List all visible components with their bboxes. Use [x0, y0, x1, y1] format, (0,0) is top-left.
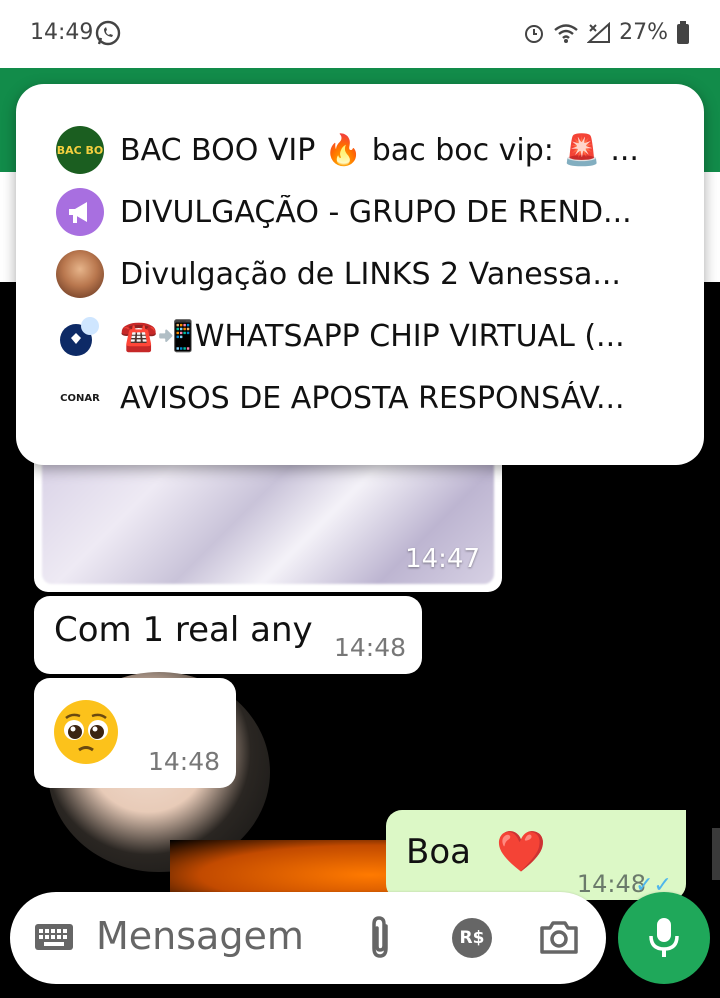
message-time: 14:47 [405, 544, 480, 574]
message-input[interactable]: Mensagem [96, 914, 304, 958]
popup-item-divulgacao[interactable]: DIVULGAÇÃO - GRUPO DE REND... [56, 184, 686, 240]
message-time: 14:48 [333, 633, 406, 662]
camera-icon[interactable] [538, 916, 580, 958]
signal-icon [587, 21, 611, 43]
wifi-icon [554, 23, 578, 43]
keyboard-icon[interactable] [34, 922, 74, 954]
image-message[interactable]: 14:47 [34, 452, 502, 592]
battery-percent: 27% [619, 20, 668, 45]
incoming-emoji-message[interactable]: 🥺 14:48 [34, 678, 236, 788]
alarm-icon [525, 24, 544, 43]
group-avatar: BAC BO [56, 126, 104, 174]
microphone-icon [649, 918, 679, 957]
message-text: Com 1 real any [54, 610, 313, 650]
group-avatar: CONAR [56, 374, 104, 422]
popup-item-bac-boo[interactable]: BAC BO BAC BOO VIP 🔥 bac boc vip: 🚨 ... [56, 122, 686, 178]
popup-item-label: DIVULGAÇÃO - GRUPO DE REND... [120, 194, 632, 230]
mic-button[interactable] [618, 892, 710, 984]
heart-emoji: ❤️ [496, 829, 546, 875]
avatar-text: BAC BO [56, 143, 104, 157]
forward-chats-popup: BAC BO BAC BOO VIP 🔥 bac boc vip: 🚨 ... … [16, 84, 704, 465]
group-avatar [56, 312, 104, 360]
status-icons: 27% [523, 20, 690, 45]
status-time: 14:49 [30, 20, 94, 45]
popup-item-chip-virtual[interactable]: ☎️📲WHATSAPP CHIP VIRTUAL (... [56, 308, 686, 364]
battery-icon [677, 20, 689, 44]
popup-item-label: BAC BOO VIP 🔥 bac boc vip: 🚨 ... [120, 132, 639, 168]
message-composer[interactable]: Mensagem R$ [10, 892, 606, 984]
popup-item-links-vanessa[interactable]: Divulgação de LINKS 2 Vanessa... [56, 246, 686, 302]
popup-item-label: ☎️📲WHATSAPP CHIP VIRTUAL (... [120, 318, 625, 354]
attach-icon[interactable] [362, 914, 398, 962]
megaphone-icon [69, 202, 87, 223]
outgoing-message[interactable]: Boa ❤️ 14:48 ✓✓ [386, 810, 686, 900]
popup-item-label: AVISOS DE APOSTA RESPONSÁV... [120, 380, 625, 416]
group-avatar [56, 188, 104, 236]
pleading-face-emoji [54, 700, 118, 764]
incoming-message[interactable]: Com 1 real any 14:48 [34, 596, 422, 674]
popup-item-avisos[interactable]: CONAR AVISOS DE APOSTA RESPONSÁV... [56, 370, 686, 426]
status-bar: 14:49 27% [0, 0, 720, 68]
message-time: 14:48 [147, 747, 220, 776]
popup-item-label: Divulgação de LINKS 2 Vanessa... [120, 256, 621, 292]
whatsapp-notification-icon [95, 20, 121, 46]
scroll-edge [712, 828, 720, 880]
payment-icon[interactable]: R$ [452, 918, 492, 958]
diamond-icon [60, 317, 99, 356]
group-avatar [56, 250, 104, 298]
avatar-text: CONAR [60, 392, 100, 404]
currency-label: R$ [459, 928, 485, 948]
message-text: Boa [406, 832, 471, 872]
